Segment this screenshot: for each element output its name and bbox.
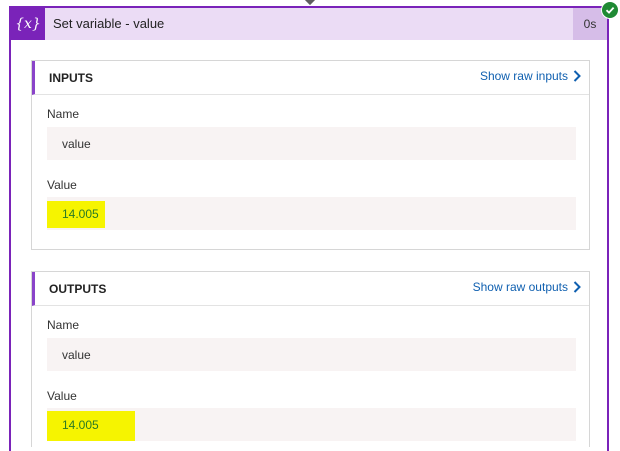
output-name-label: Name: [47, 318, 80, 332]
action-title: Set variable - value: [53, 16, 165, 31]
outputs-section: OUTPUTS Show raw outputs Name value Valu…: [31, 271, 590, 447]
output-value-label: Value: [47, 389, 77, 403]
input-value-label: Value: [47, 178, 77, 192]
output-value-value: 14.005: [62, 418, 99, 432]
outputs-heading: OUTPUTS: [49, 282, 107, 296]
input-name-field[interactable]: value: [47, 127, 576, 160]
show-raw-outputs-label: Show raw outputs: [472, 280, 568, 294]
connector-arrow: [302, 0, 318, 6]
show-raw-inputs-label: Show raw inputs: [479, 69, 568, 83]
inputs-heading: INPUTS: [49, 71, 94, 85]
input-value-value: 14.005: [62, 207, 99, 221]
chevron-right-icon: [573, 281, 581, 293]
action-header[interactable]: {x} Set variable - value 0s: [11, 8, 607, 40]
output-name-value: value: [62, 348, 91, 362]
outputs-header: OUTPUTS Show raw outputs: [32, 272, 589, 306]
variable-icon: {x}: [11, 8, 45, 40]
input-value-field[interactable]: 14.005: [47, 197, 576, 230]
action-card: {x} Set variable - value 0s INPUTS Show …: [9, 6, 609, 451]
inputs-section: INPUTS Show raw inputs Name value Value …: [31, 60, 590, 250]
input-name-value: value: [62, 137, 91, 151]
output-value-field[interactable]: 14.005: [47, 408, 576, 441]
success-check-icon: [601, 1, 619, 19]
show-raw-inputs-link[interactable]: Show raw inputs: [480, 69, 581, 83]
output-name-field[interactable]: value: [47, 338, 576, 371]
inputs-header: INPUTS Show raw inputs: [32, 61, 589, 95]
show-raw-outputs-link[interactable]: Show raw outputs: [473, 280, 581, 294]
chevron-right-icon: [573, 70, 581, 82]
input-name-label: Name: [47, 107, 80, 121]
